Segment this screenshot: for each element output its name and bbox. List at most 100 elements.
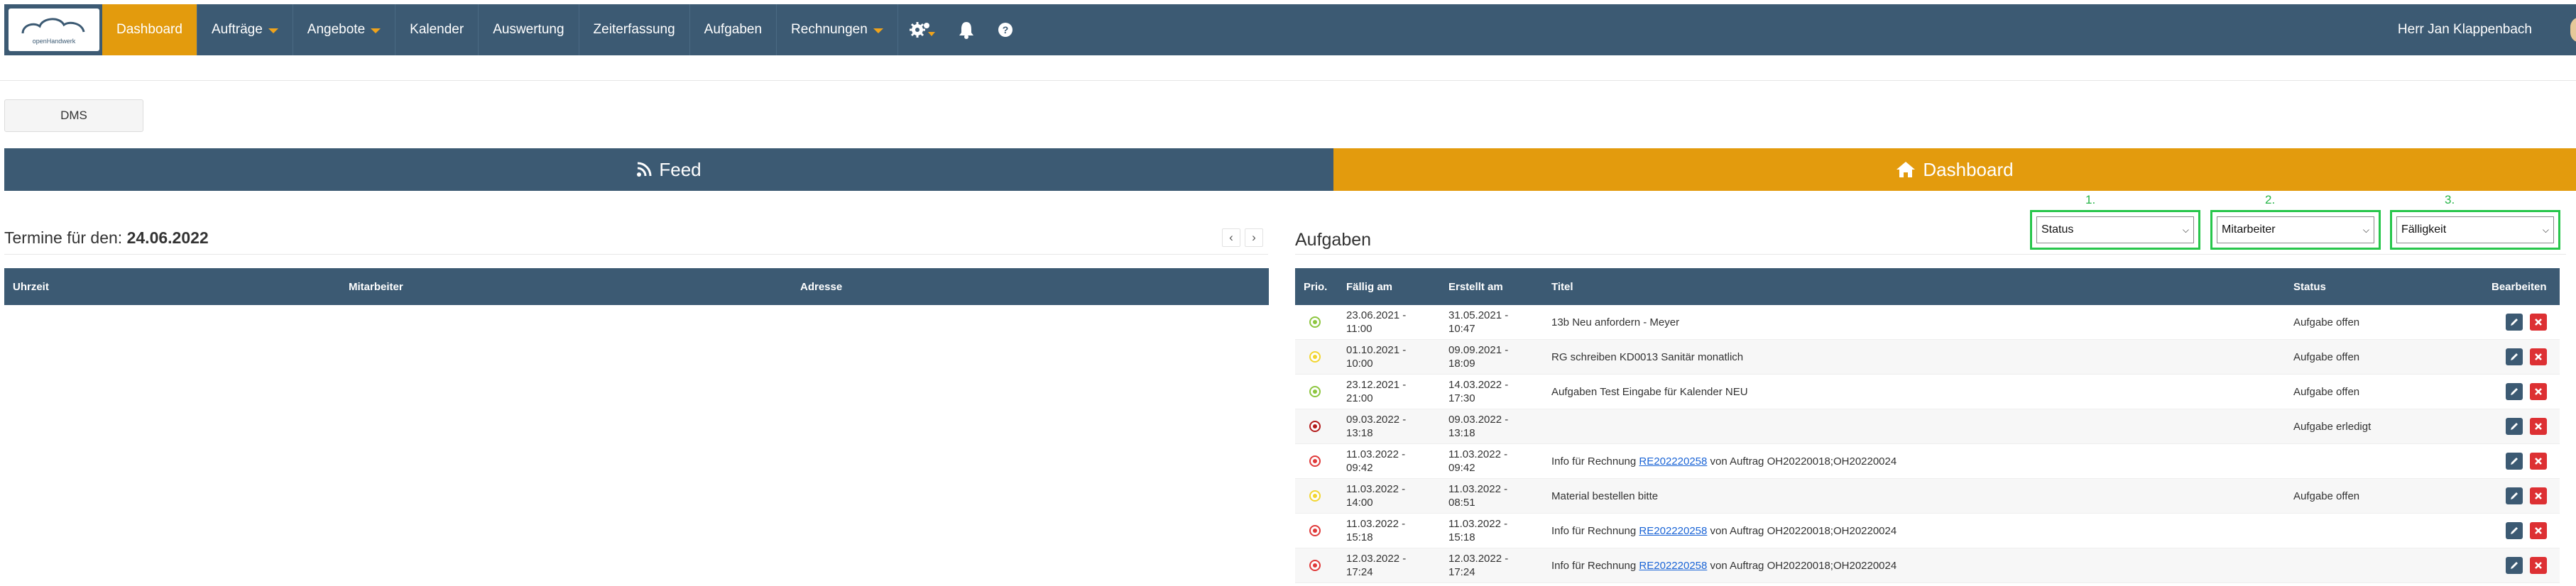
due-date-line-2: 21:00: [1346, 392, 1373, 404]
created-date-line-1: 11.03.2022 -: [1448, 448, 1508, 460]
task-title-suffix: von Auftrag OH20220018;OH20220024: [1707, 560, 1897, 572]
pencil-icon: [2511, 388, 2518, 395]
priority-icon: [1309, 455, 1321, 467]
delete-button[interactable]: [2530, 487, 2547, 504]
table-row[interactable]: 23.06.2021 - 11:00 31.05.2021 - 10:47 13b Ne…: [1295, 305, 2560, 340]
created-date-line-2: 15:18: [1448, 531, 1475, 543]
due-date-line-1: 12.03.2022 -: [1346, 553, 1407, 565]
mitarbeiter-select-value: Mitarbeiter: [2222, 223, 2276, 236]
edit-button[interactable]: [2506, 383, 2523, 400]
task-status: Aufgabe erledigt: [2293, 421, 2372, 433]
user-menu[interactable]: Herr Jan Klappenbach: [2398, 4, 2532, 55]
termine-title: Termine für den: 24.06.2022: [4, 228, 209, 248]
edit-button[interactable]: [2506, 557, 2523, 574]
table-row[interactable]: 23.12.2021 -21:00 14.03.2022 -17:30 Aufgab…: [1295, 375, 2560, 409]
task-status: Aufgabe offen: [2293, 351, 2360, 363]
task-status: Aufgabe offen: [2293, 316, 2360, 328]
nav-item-aufgaben[interactable]: Aufgaben: [690, 4, 777, 55]
status-select[interactable]: Status ⌵: [2036, 216, 2194, 243]
invoice-link[interactable]: RE202220258: [1639, 525, 1707, 537]
due-date-line-2: 13:18: [1346, 427, 1373, 439]
task-title: Material bestellen bitte: [1551, 490, 1659, 502]
edit-button[interactable]: [2506, 348, 2523, 365]
delete-button[interactable]: [2530, 453, 2547, 470]
nav-item-kalender[interactable]: Kalender: [395, 4, 479, 55]
settings-gears-icon[interactable]: [898, 4, 946, 55]
prev-day-button[interactable]: ‹: [1222, 228, 1240, 247]
table-row[interactable]: 11.03.2022 -15:18 11.03.2022 -15:18 Info f…: [1295, 514, 2560, 548]
table-row[interactable]: 09.03.2022 -13:18 09.03.2022 -13:18 Aufgab…: [1295, 409, 2560, 444]
chevron-down-icon: ⌵: [2182, 224, 2189, 235]
task-title: 13b Neu anfordern - Meyer: [1551, 316, 1680, 328]
task-status: Aufgabe offen: [2293, 490, 2360, 502]
nav-item-dashboard[interactable]: Dashboard: [102, 4, 197, 55]
nav-item-zeiterfassung[interactable]: Zeiterfassung: [579, 4, 690, 55]
tab-dashboard[interactable]: Dashboard: [1333, 148, 2576, 191]
aufgaben-table-body: 23.06.2021 - 11:00 31.05.2021 - 10:47 13b Ne…: [1295, 305, 2560, 583]
created-date-line-2: 18:09: [1448, 358, 1475, 370]
bell-icon[interactable]: [946, 4, 986, 55]
nav-item-label: Angebote: [307, 22, 366, 37]
due-date-line-1: 11.03.2022 -: [1346, 448, 1406, 460]
edit-button[interactable]: [2506, 314, 2523, 331]
pencil-icon: [2511, 527, 2518, 534]
filter-number-3: 3.: [2445, 193, 2455, 206]
table-row[interactable]: 11.03.2022 - 09:42 11.03.2022 - 09:42 Info f…: [1295, 444, 2560, 479]
due-date: 12.03.2022 -17:24: [1346, 552, 1439, 579]
nav-item-auswertung[interactable]: Auswertung: [479, 4, 579, 55]
created-date-line-1: 12.03.2022 -: [1448, 553, 1509, 565]
nav-item-rechnungen[interactable]: Rechnungen: [777, 4, 898, 55]
termine-table-header: Uhrzeit Mitarbeiter Adresse: [4, 268, 1269, 305]
nav-item-auftrge[interactable]: Aufträge: [197, 4, 293, 55]
caret-down-icon: [268, 28, 278, 33]
edit-button[interactable]: [2506, 522, 2523, 539]
invoice-link[interactable]: RE202220258: [1639, 455, 1707, 468]
company-logo[interactable]: openHandwerk: [9, 9, 99, 51]
table-row[interactable]: 11.03.2022 - 14:00 11.03.2022 - 08:51 Materi…: [1295, 479, 2560, 514]
nav-item-label: Aufträge: [211, 22, 263, 37]
edit-button[interactable]: [2506, 487, 2523, 504]
mitarbeiter-filter: Mitarbeiter ⌵: [2210, 210, 2381, 250]
delete-button[interactable]: [2530, 522, 2547, 539]
invoice-link[interactable]: RE202220258: [1639, 560, 1707, 572]
task-title-cell: Material bestellen bitte: [1551, 490, 1658, 503]
help-icon[interactable]: ?: [986, 4, 1025, 55]
delete-button[interactable]: [2530, 418, 2547, 435]
table-row[interactable]: 01.10.2021 - 10:00 09.09.2021 - 18:09 RG sch…: [1295, 340, 2560, 375]
nav-item-label: Kalender: [410, 22, 464, 37]
due-date: 11.03.2022 - 09:42: [1346, 448, 1439, 475]
due-date-line-2: 10:00: [1346, 358, 1373, 370]
due-date: 11.03.2022 -15:18: [1346, 517, 1439, 544]
created-date-line-1: 09.03.2022 -: [1448, 414, 1509, 426]
column-header-prio: Prio.: [1304, 281, 1328, 293]
due-date-line-1: 11.03.2022 -: [1346, 483, 1406, 495]
nav-item-label: Aufgaben: [704, 22, 763, 37]
delete-button[interactable]: [2530, 348, 2547, 365]
edit-button[interactable]: [2506, 418, 2523, 435]
table-row[interactable]: 12.03.2022 -17:24 12.03.2022 -17:24 Info f…: [1295, 548, 2560, 583]
dms-button[interactable]: DMS: [4, 99, 143, 132]
aufgaben-title: Aufgaben: [1295, 230, 1372, 250]
termine-title-prefix: Termine für den:: [4, 228, 123, 247]
created-date-line-2: 17:24: [1448, 566, 1475, 578]
created-date: 31.05.2021 - 10:47: [1448, 309, 1541, 336]
faelligkeit-select-value: Fälligkeit: [2401, 223, 2447, 236]
caret-down-icon: [873, 28, 883, 33]
mitarbeiter-select[interactable]: Mitarbeiter ⌵: [2217, 216, 2374, 243]
avatar[interactable]: [2570, 17, 2576, 43]
edit-button[interactable]: [2506, 453, 2523, 470]
delete-button[interactable]: [2530, 557, 2547, 574]
faelligkeit-select[interactable]: Fälligkeit ⌵: [2396, 216, 2554, 243]
column-header-status: Status: [2293, 281, 2326, 293]
column-header-faellig: Fällig am: [1346, 281, 1393, 293]
nav-item-angebote[interactable]: Angebote: [293, 4, 396, 55]
created-date-line-2: 08:51: [1448, 497, 1475, 509]
close-icon: [2535, 388, 2542, 395]
delete-button[interactable]: [2530, 314, 2547, 331]
next-day-button[interactable]: ›: [1245, 228, 1263, 247]
tab-feed[interactable]: Feed: [4, 148, 1333, 191]
delete-button[interactable]: [2530, 383, 2547, 400]
task-title: Info für Rechnung: [1551, 560, 1639, 572]
due-date-line-2: 11:00: [1346, 323, 1372, 335]
column-header-erstellt: Erstellt am: [1448, 281, 1503, 293]
